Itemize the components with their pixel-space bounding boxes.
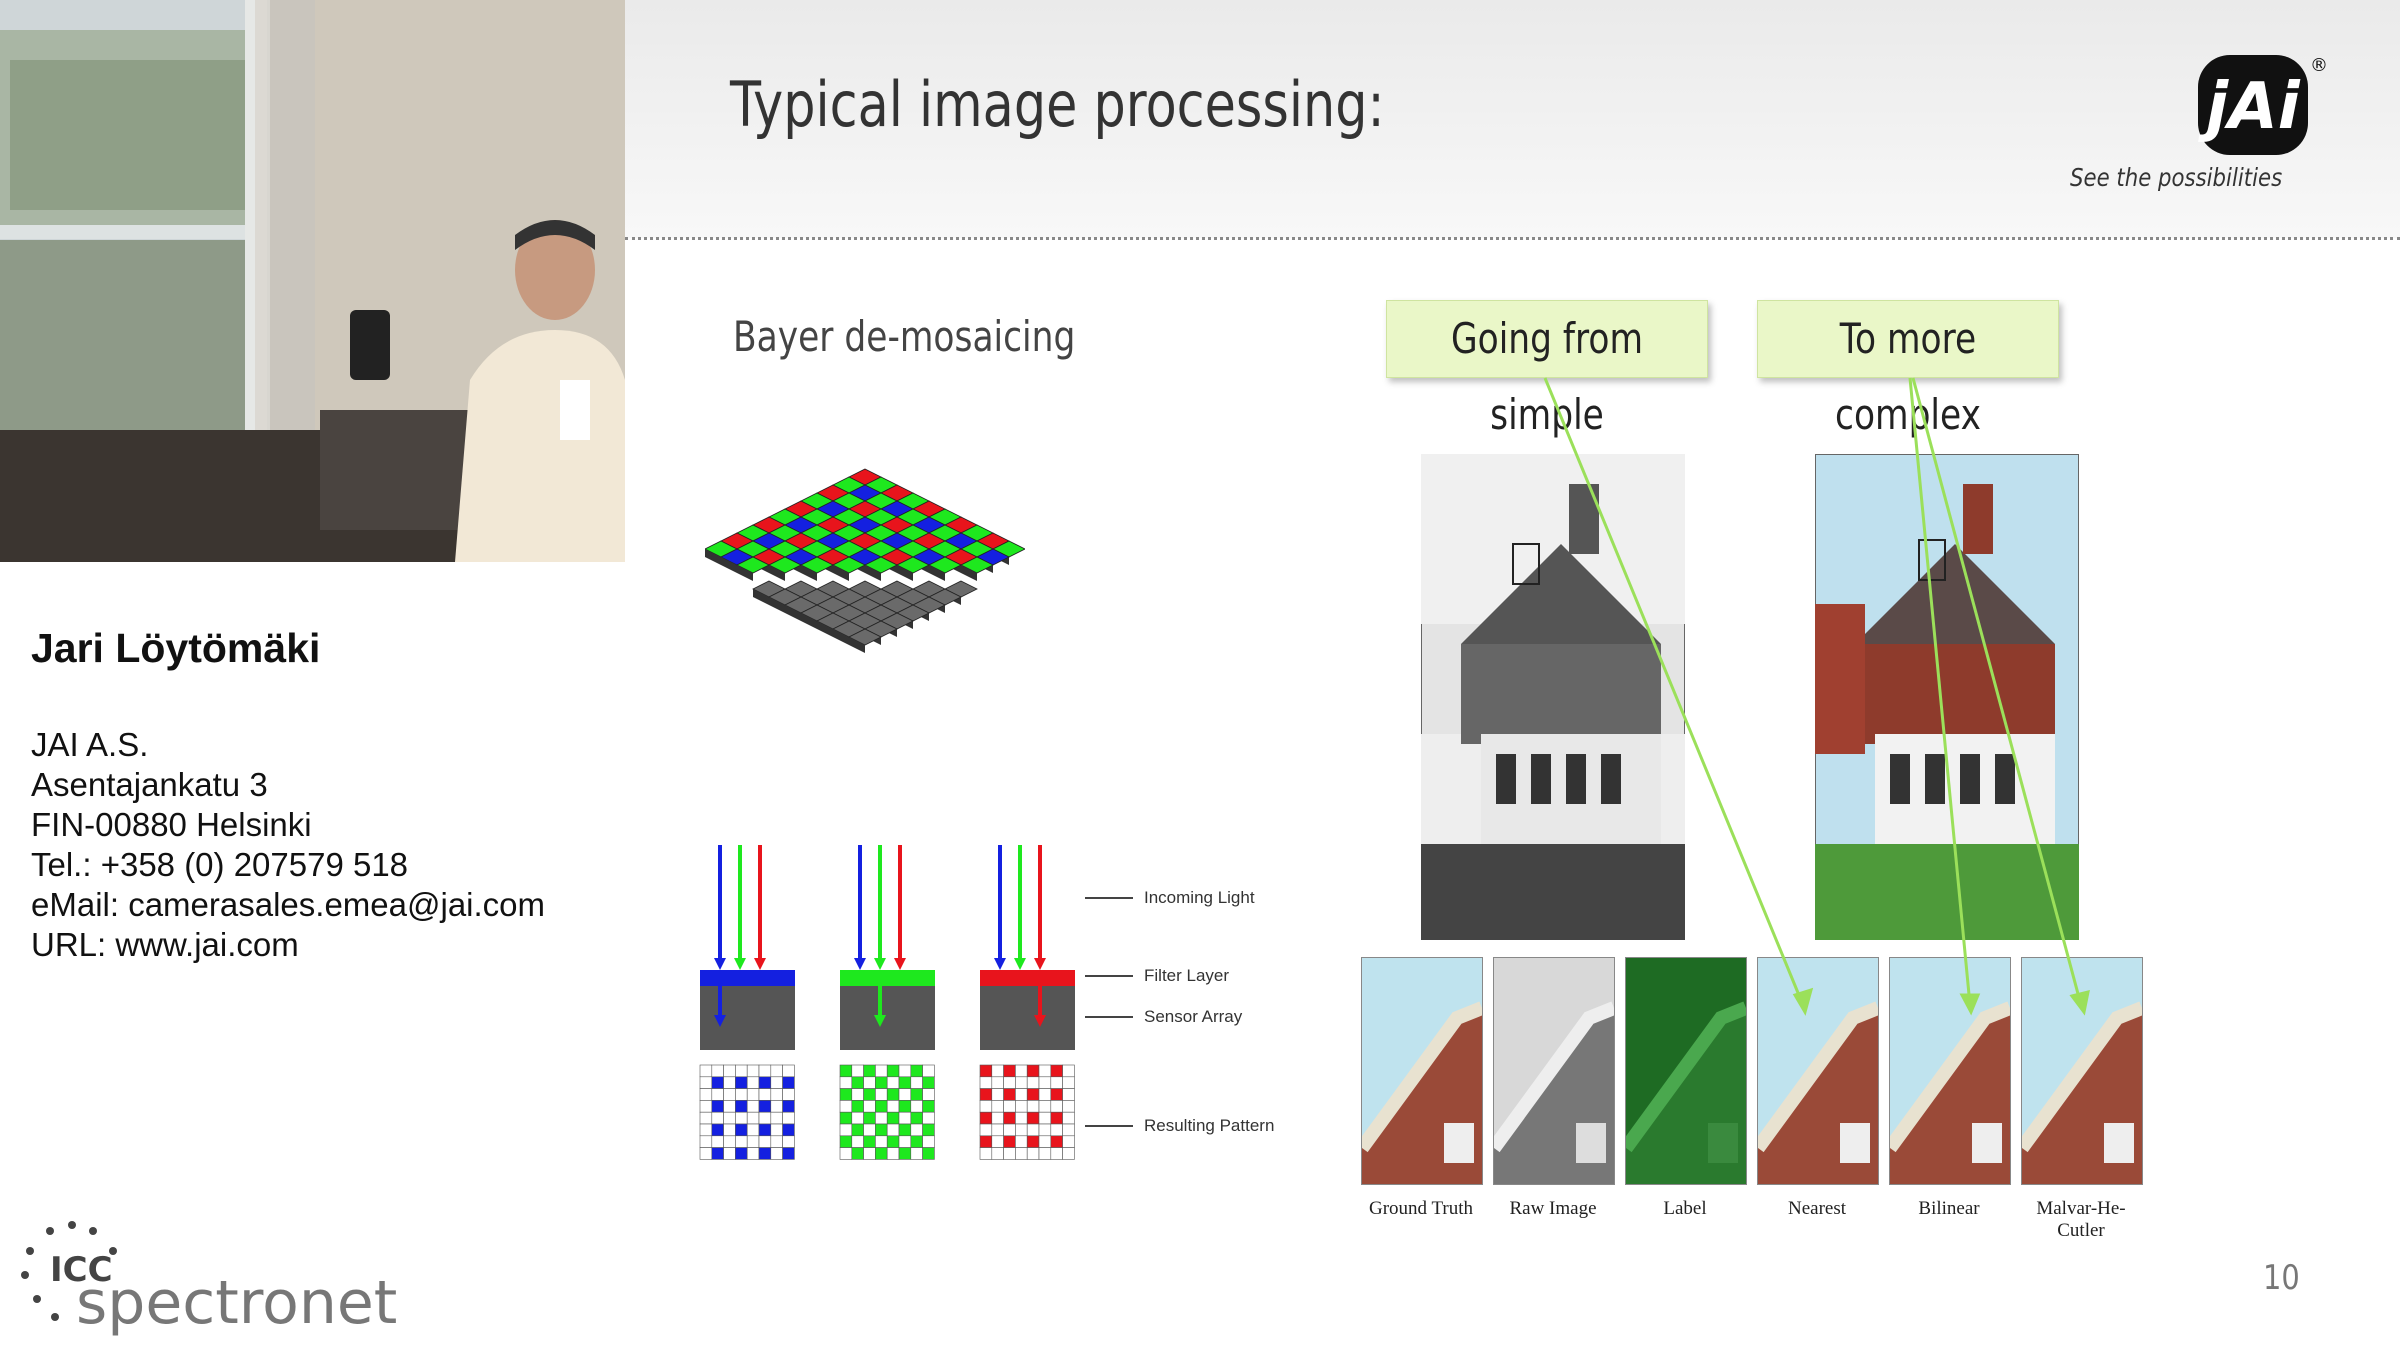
callout-arrows [1543,377,2090,1016]
speaker-video-frame [0,0,625,562]
spectronet-brand: spectronet [76,1268,398,1338]
speaker-email: eMail: camerasales.emea@jai.com [31,886,546,923]
page-number: 10 [2263,1258,2300,1298]
presentation-slide: Typical image processing: jAi ® See the … [625,0,2400,1350]
speaker-url: URL: www.jai.com [31,926,299,963]
speaker-street: Asentajankatu 3 [31,766,268,803]
speaker-phone: Tel.: +358 (0) 207579 518 [31,846,409,883]
speaker-name: Jari Löytömäki [31,625,321,671]
speaker-city: FIN-00880 Helsinki [31,806,312,843]
speaker-company: JAI A.S. [31,726,149,763]
speaker-video [0,0,625,562]
